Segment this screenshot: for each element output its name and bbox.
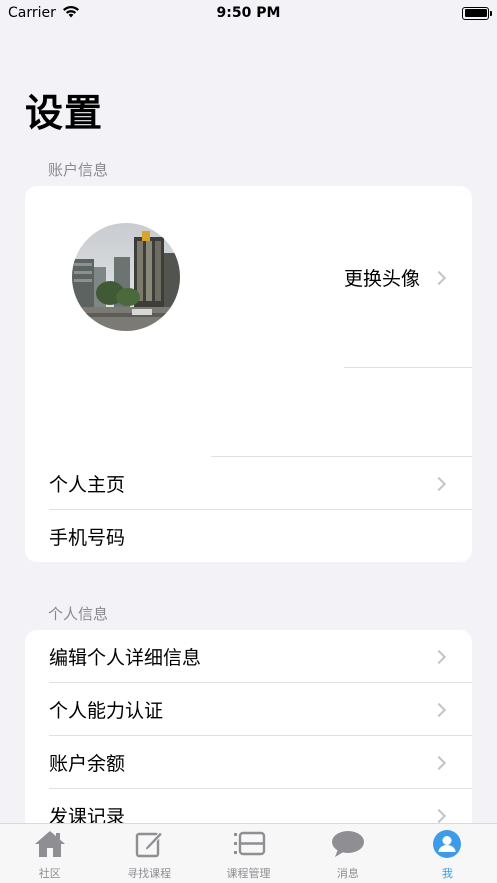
tab-label: 课程管理 (226, 867, 271, 880)
chevron-right-icon (431, 476, 447, 491)
chevron-right-icon (431, 755, 447, 770)
person-icon (432, 830, 462, 862)
tab-community[interactable]: 社区 (0, 824, 99, 883)
row-account-balance[interactable]: 账户余额 (25, 736, 472, 789)
row-label: 手机号码 (49, 527, 126, 549)
tab-label: 寻找课程 (127, 867, 172, 880)
edit-icon (134, 830, 164, 862)
change-avatar-row[interactable]: 更换头像 (25, 251, 472, 304)
status-bar: Carrier 9:50 PM (0, 0, 497, 26)
row-ability-certification[interactable]: 个人能力认证 (25, 683, 472, 736)
status-left: Carrier (8, 5, 80, 22)
tab-label: 消息 (336, 867, 359, 880)
page-title: 设置 (25, 91, 104, 135)
wifi-icon (62, 5, 80, 22)
tab-course-management[interactable]: 课程管理 (199, 824, 298, 883)
tab-find-course[interactable]: 寻找课程 (99, 824, 198, 883)
chevron-right-icon (431, 649, 447, 664)
battery-icon (462, 6, 492, 20)
account-section-header: 账户信息 (48, 161, 109, 179)
list-icon (231, 830, 267, 862)
change-avatar-label: 更换头像 (343, 268, 420, 290)
tab-label: 社区 (38, 867, 61, 880)
tab-me[interactable]: 我 (398, 824, 497, 883)
personal-card: 编辑个人详细信息 个人能力认证 账户余额 发课记录 (25, 630, 472, 840)
row-label: 账户余额 (49, 753, 126, 775)
tab-bar: 社区 寻找课程 课程管理 消息 我 (0, 823, 497, 883)
house-icon (34, 830, 66, 862)
row-personal-homepage[interactable]: 个人主页 (25, 457, 472, 510)
tab-messages[interactable]: 消息 (298, 824, 397, 883)
row-phone-number[interactable]: 手机号码 (25, 510, 472, 562)
row-label: 编辑个人详细信息 (49, 647, 202, 669)
chevron-right-icon (431, 808, 447, 823)
row-label: 个人主页 (49, 474, 126, 496)
row-label: 个人能力认证 (49, 700, 164, 722)
divider (344, 367, 472, 368)
chat-bubble-icon (331, 830, 365, 862)
account-card: 更换头像 个人主页 手机号码 (25, 186, 472, 562)
personal-section-header: 个人信息 (48, 605, 109, 623)
tab-label: 我 (441, 867, 453, 880)
chevron-right-icon (431, 270, 447, 285)
row-edit-details[interactable]: 编辑个人详细信息 (25, 630, 472, 683)
carrier-label: Carrier (8, 5, 56, 21)
chevron-right-icon (431, 702, 447, 717)
